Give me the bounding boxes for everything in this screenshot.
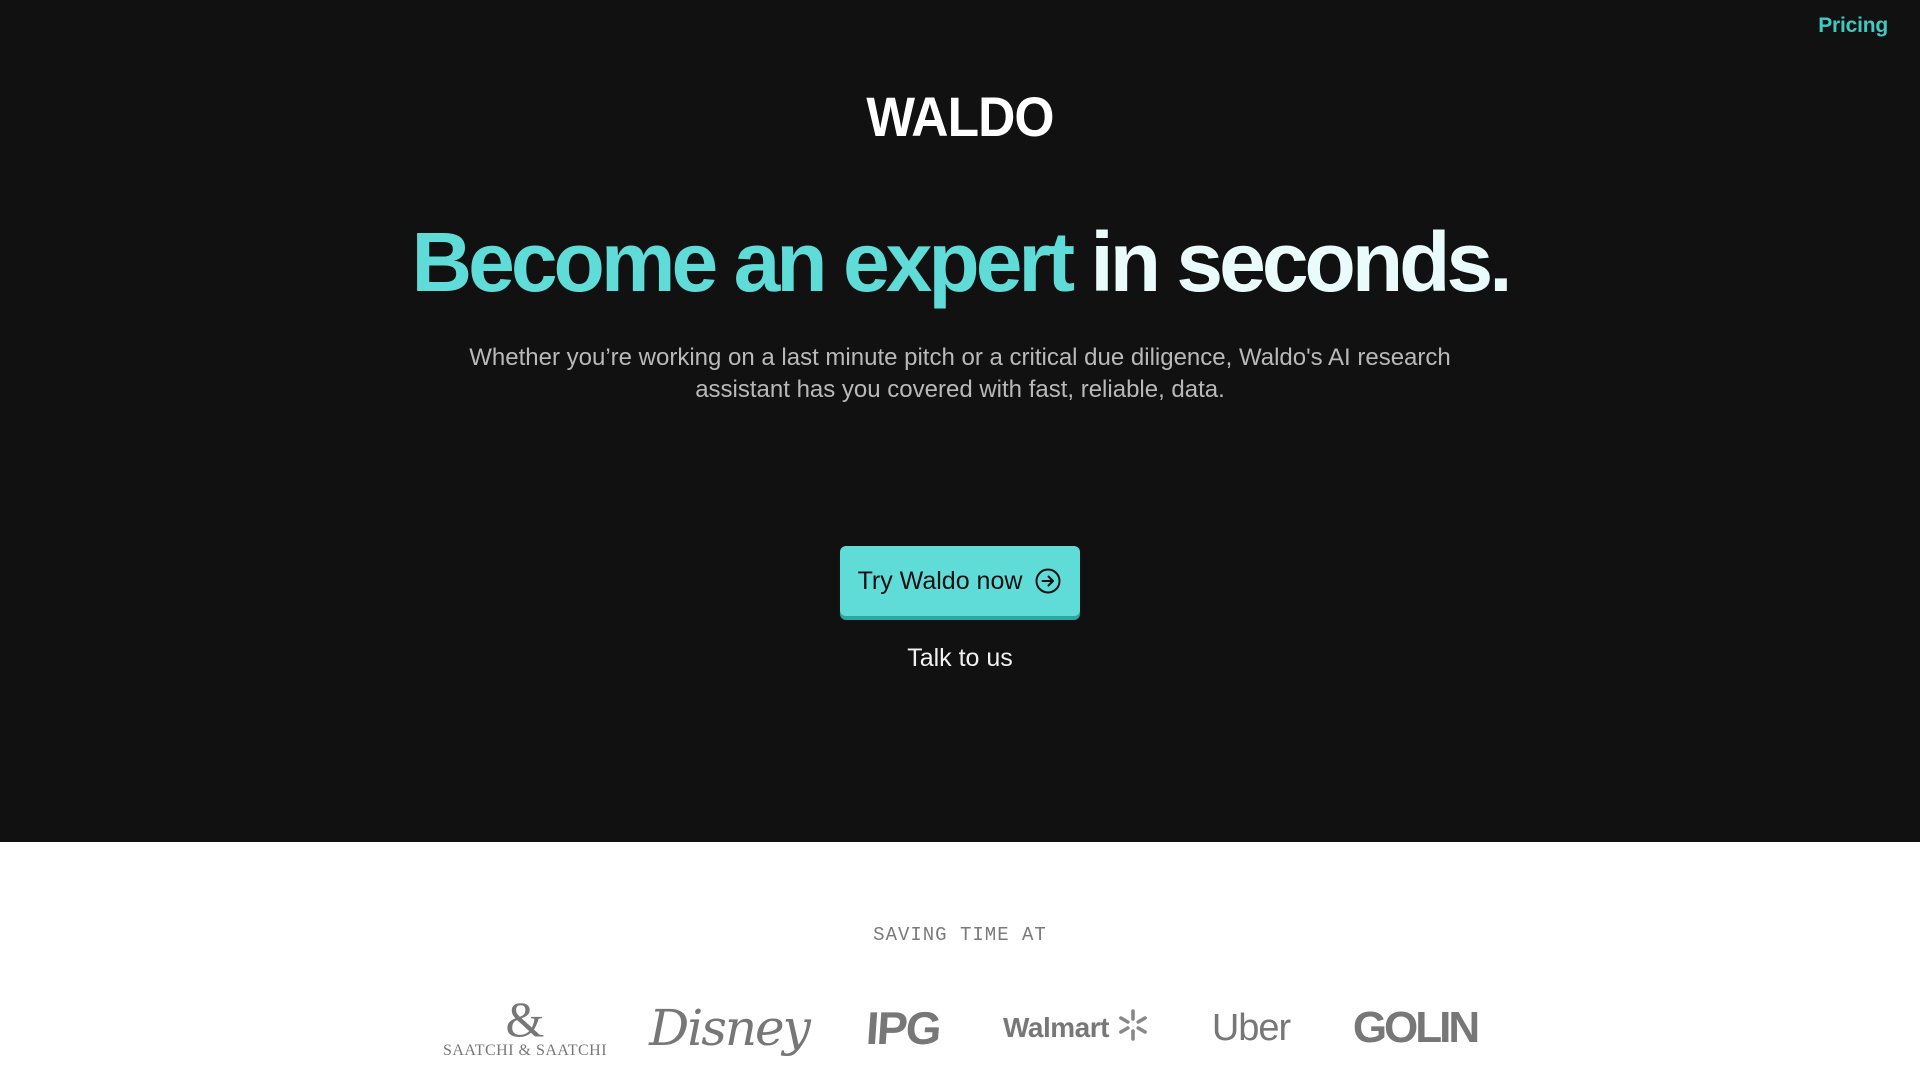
- arrow-right-circle-icon: [1034, 567, 1062, 595]
- hero-subtitle: Whether you’re working on a last minute …: [469, 344, 1451, 403]
- hero-headline: Become an expert in seconds.: [0, 212, 1920, 312]
- headline-accent: Become an expert: [411, 215, 1075, 309]
- saatchi-ampersand: &: [505, 991, 545, 1047]
- pricing-link[interactable]: Pricing: [1818, 14, 1888, 38]
- try-waldo-label: Try Waldo now: [857, 566, 1023, 595]
- ipg-logo: IPG: [864, 1002, 942, 1054]
- client-logo-row: & SAATCHI & SAATCHI Disney IPG Walmart U…: [440, 988, 1480, 1068]
- golin-logo: GOLIN: [1352, 1003, 1480, 1052]
- saatchi-logo: & SAATCHI & SAATCHI: [440, 991, 610, 1060]
- walmart-wordmark: Walmart: [1003, 1012, 1109, 1043]
- uber-logo: Uber: [1211, 1006, 1291, 1049]
- hero-section: Pricing WALDO Become an expert in second…: [0, 0, 1920, 842]
- headline-rest: in seconds.: [1090, 215, 1512, 309]
- client-logos-section: SAVING TIME AT & SAATCHI & SAATCHI Disne…: [0, 842, 1920, 1080]
- clients-label: SAVING TIME AT: [873, 924, 1047, 946]
- walmart-logo: Walmart: [1002, 1007, 1152, 1050]
- saatchi-wordmark: SAATCHI & SAATCHI: [442, 1042, 608, 1059]
- waldo-logo[interactable]: WALDO: [77, 84, 1843, 149]
- walmart-spark-icon: [1115, 1007, 1151, 1050]
- disney-logo: Disney: [649, 999, 811, 1057]
- talk-to-us-link[interactable]: Talk to us: [0, 644, 1920, 673]
- try-waldo-button[interactable]: Try Waldo now: [840, 546, 1080, 616]
